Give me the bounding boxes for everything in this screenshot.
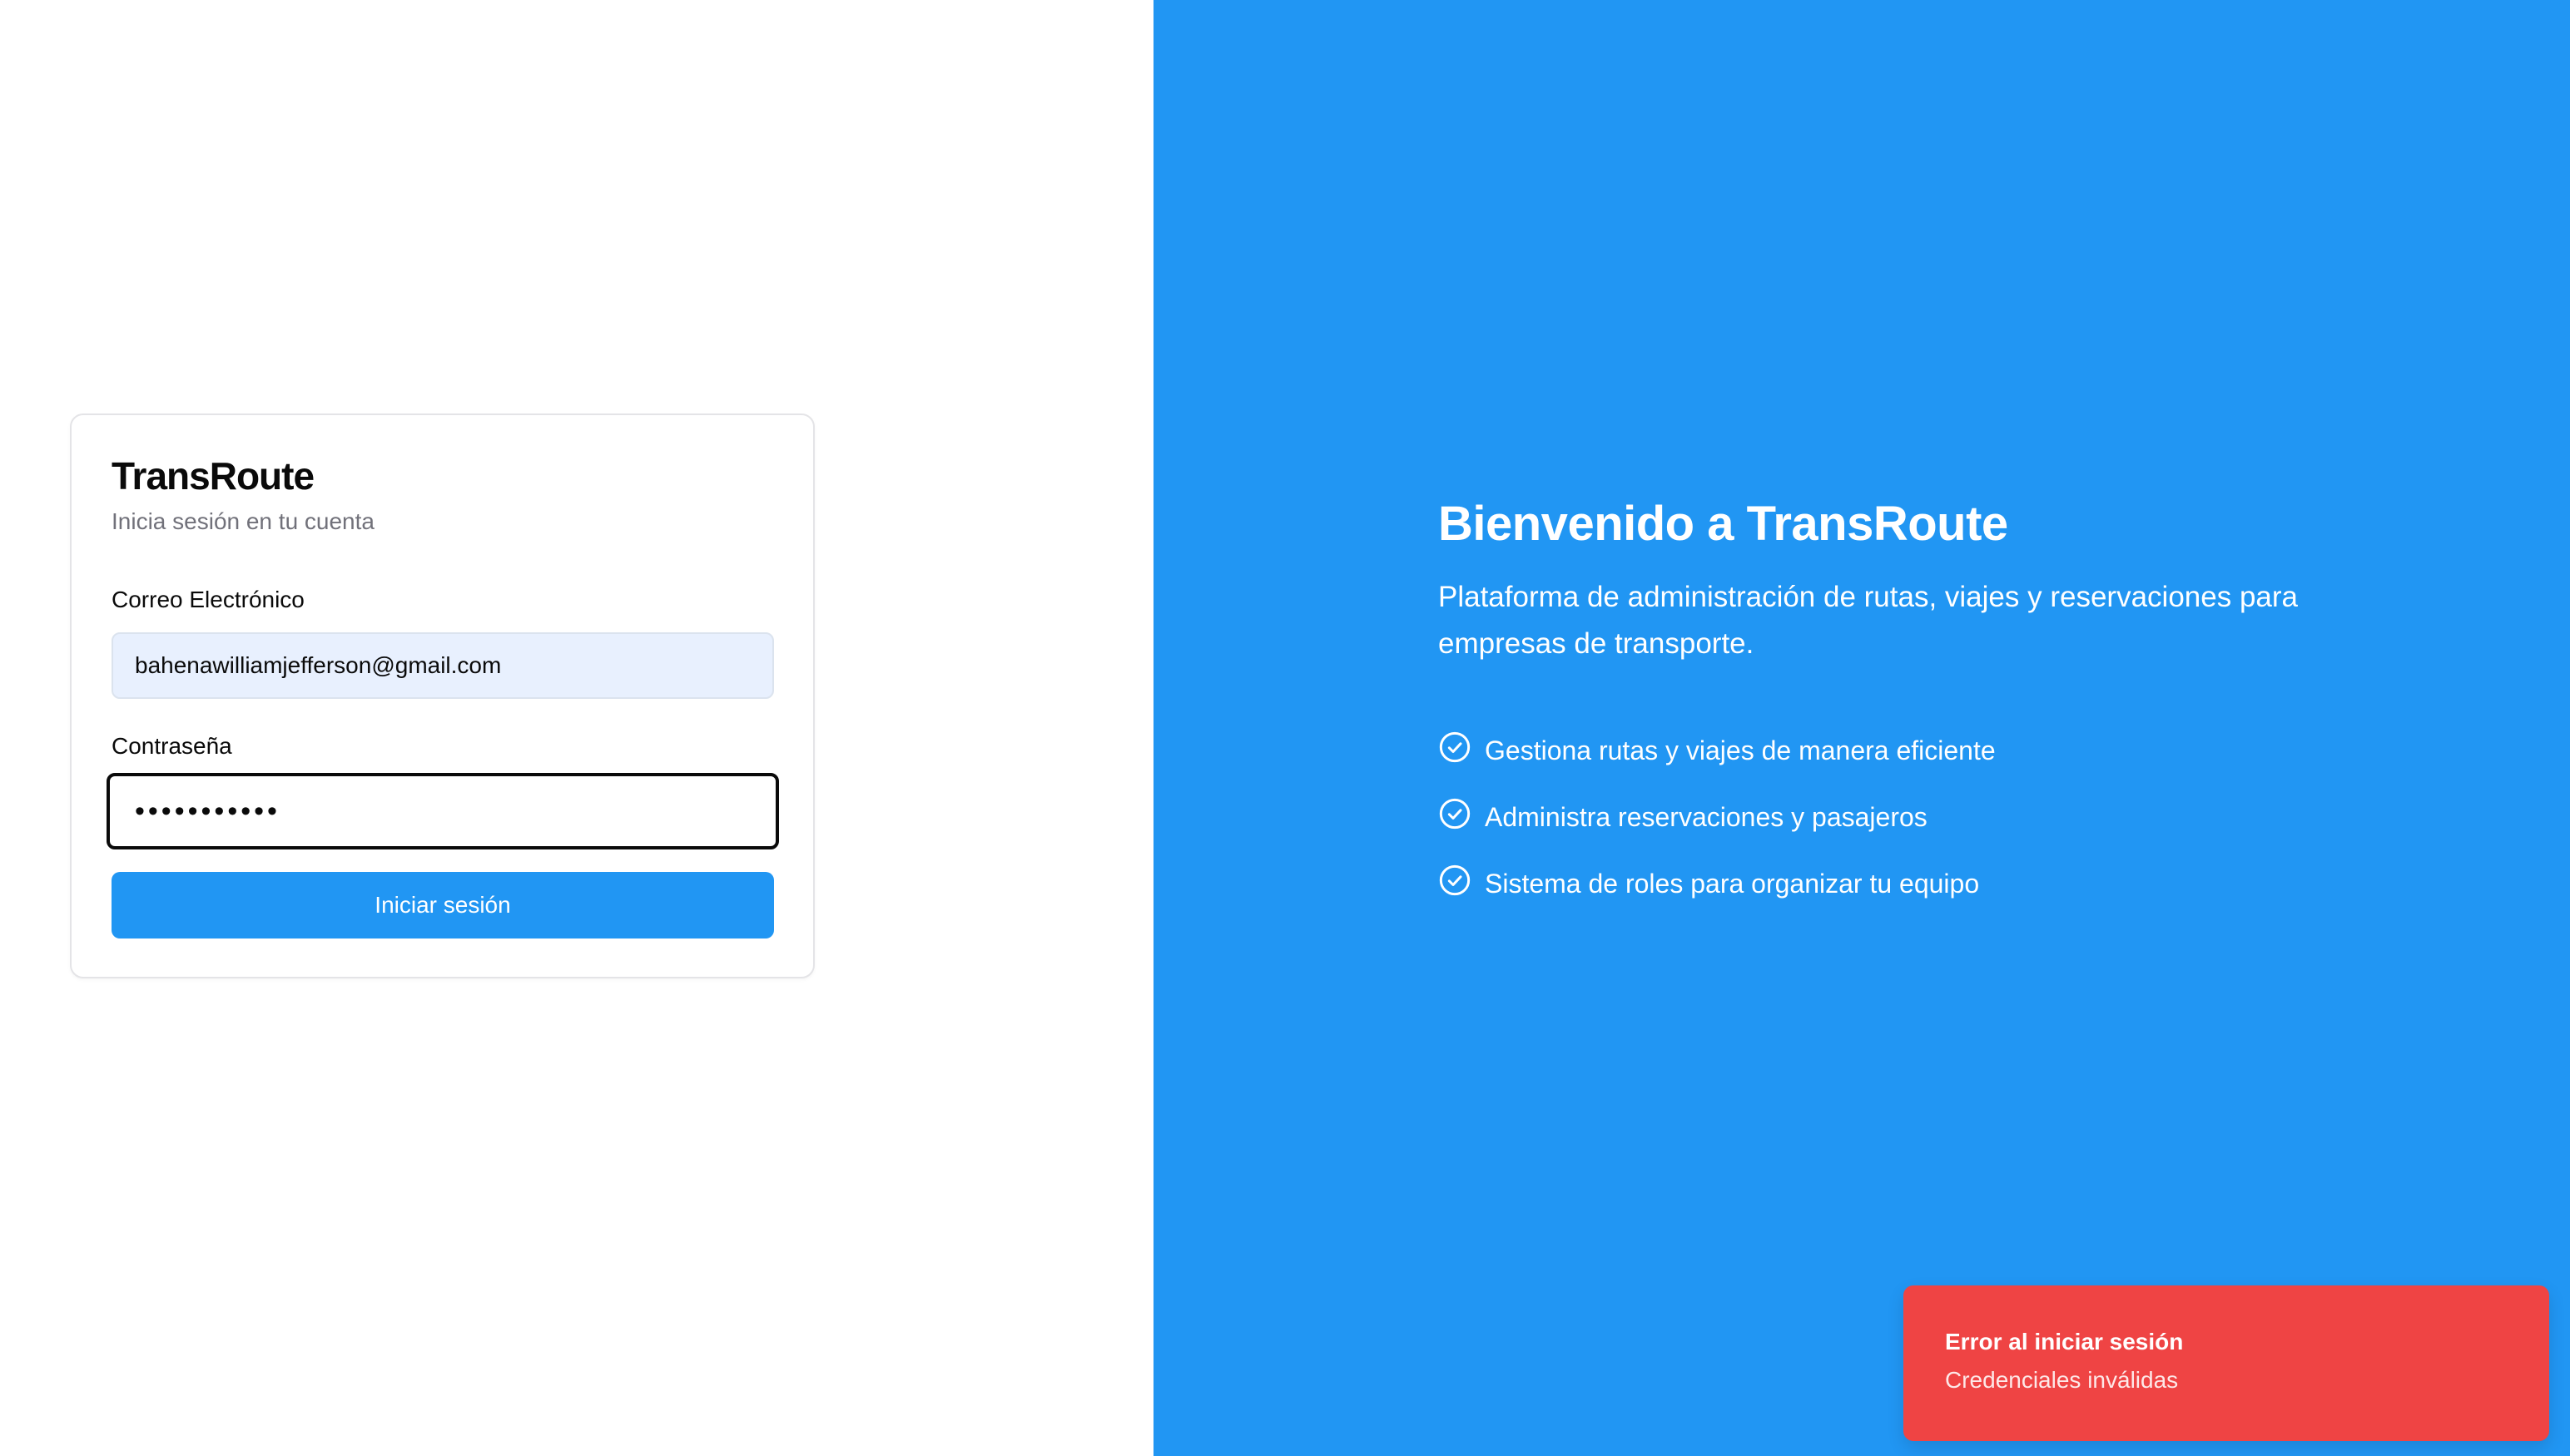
feature-list: Gestiona rutas y viajes de manera eficie… [1438, 717, 2354, 917]
hero-description: Plataforma de administración de rutas, v… [1438, 581, 2298, 660]
hero: Bienvenido a TransRoute Plataforma de ad… [1438, 491, 2354, 917]
feature-label: Sistema de roles para organizar tu equip… [1485, 868, 1980, 899]
error-toast[interactable]: Error al iniciar sesión Credenciales inv… [1903, 1285, 2549, 1441]
hero-title: Bienvenido a TransRoute [1438, 497, 2008, 551]
feature-label: Gestiona rutas y viajes de manera eficie… [1485, 735, 1996, 765]
password-field[interactable] [107, 773, 779, 849]
check-circle-icon [1439, 798, 1471, 830]
welcome-panel: Bienvenido a TransRoute Plataforma de ad… [1154, 0, 2570, 1456]
check-circle-icon [1439, 864, 1471, 896]
email-field[interactable] [112, 632, 774, 699]
feature-item: Sistema de roles para organizar tu equip… [1438, 850, 2354, 917]
check-circle-icon [1439, 731, 1471, 763]
feature-item: Gestiona rutas y viajes de manera eficie… [1438, 717, 2354, 784]
login-button[interactable]: Iniciar sesión [112, 872, 774, 938]
feature-item: Administra reservaciones y pasajeros [1438, 784, 2354, 850]
email-label: Correo Electrónico [112, 587, 305, 612]
login-panel: TransRoute Inicia sesión en tu cuenta Co… [0, 0, 1154, 1456]
feature-label: Administra reservaciones y pasajeros [1485, 801, 1928, 832]
toast-description: Credenciales inválidas [1945, 1367, 2179, 1393]
login-page: TransRoute Inicia sesión en tu cuenta Co… [0, 0, 2570, 1456]
toast-title: Error al iniciar sesión [1945, 1329, 2184, 1354]
password-label: Contraseña [112, 733, 232, 759]
login-card: TransRoute Inicia sesión en tu cuenta Co… [70, 414, 815, 978]
login-subtitle: Inicia sesión en tu cuenta [112, 508, 375, 534]
app-title: TransRoute [112, 454, 315, 498]
